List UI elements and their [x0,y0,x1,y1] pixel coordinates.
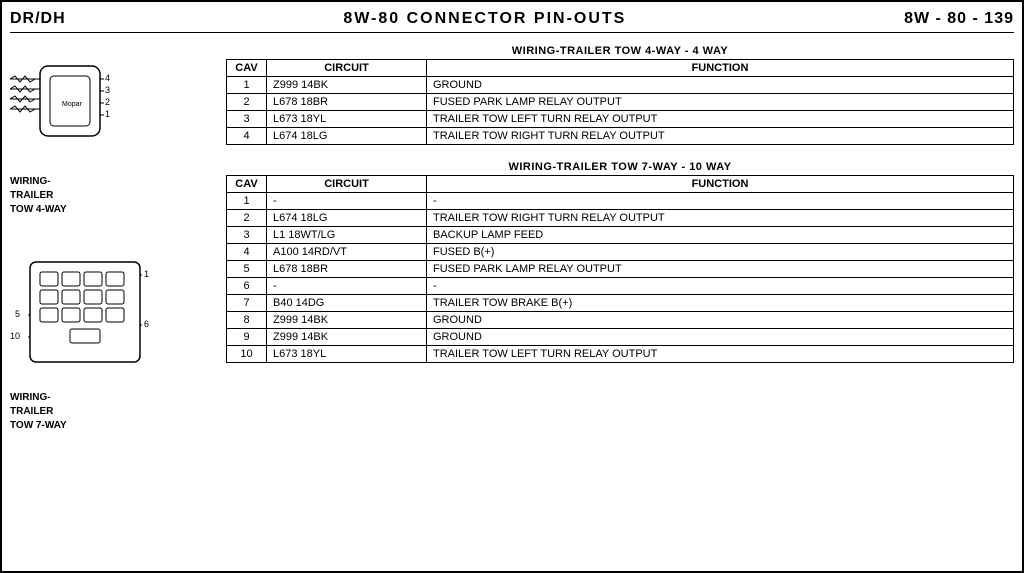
cell-circuit: L1 18WT/LG [267,227,427,244]
table-row: 4 L674 18LG TRAILER TOW RIGHT TURN RELAY… [227,128,1014,145]
connector-4way-svg: Mopar 4 3 2 1 [10,51,180,171]
cell-circuit: Z999 14BK [267,329,427,346]
svg-text:1: 1 [144,269,149,279]
cell-cav: 2 [227,210,267,227]
cell-circuit: Z999 14BK [267,77,427,94]
header-left: DR/DH [10,10,66,28]
table-7way: CAV CIRCUIT FUNCTION 1 - - 2 L674 18LG T… [226,175,1014,363]
cell-circuit: B40 14DG [267,295,427,312]
table-row: 2 L674 18LG TRAILER TOW RIGHT TURN RELAY… [227,210,1014,227]
table-row: 2 L678 18BR FUSED PARK LAMP RELAY OUTPUT [227,94,1014,111]
cell-function: TRAILER TOW LEFT TURN RELAY OUTPUT [427,111,1014,128]
cell-circuit: Z999 14BK [267,312,427,329]
table-row: 1 Z999 14BK GROUND [227,77,1014,94]
diagrams-column: Mopar 4 3 2 1 [10,41,210,558]
table-7way-header-function: FUNCTION [427,176,1014,193]
diagram-7way: 5 10 1 6 WIRING- TRAILER TOW 7-WAY [10,257,210,433]
cell-circuit: L673 18YL [267,111,427,128]
table-7way-header-circuit: CIRCUIT [267,176,427,193]
cell-function: GROUND [427,77,1014,94]
table-row: 6 - - [227,278,1014,295]
diagram-7way-label: WIRING- TRAILER TOW 7-WAY [10,391,67,433]
tables-column: WIRING-TRAILER TOW 4-WAY - 4 WAY CAV CIR… [226,41,1014,558]
header: DR/DH 8W-80 CONNECTOR PIN-OUTS 8W - 80 -… [10,10,1014,33]
diagram-4way: Mopar 4 3 2 1 [10,51,210,217]
svg-text:5: 5 [15,309,20,319]
cell-function: GROUND [427,312,1014,329]
diagram-4way-label: WIRING- TRAILER TOW 4-WAY [10,175,67,217]
table-row: 1 - - [227,193,1014,210]
table-row: 8 Z999 14BK GROUND [227,312,1014,329]
cell-circuit: - [267,278,427,295]
svg-text:Mopar: Mopar [62,101,83,108]
cell-cav: 4 [227,244,267,261]
cell-function: TRAILER TOW RIGHT TURN RELAY OUTPUT [427,210,1014,227]
cell-function: FUSED B(+) [427,244,1014,261]
cell-circuit: L678 18BR [267,94,427,111]
cell-cav: 9 [227,329,267,346]
cell-cav: 8 [227,312,267,329]
cell-function: - [427,278,1014,295]
cell-cav: 2 [227,94,267,111]
table-4way-title: WIRING-TRAILER TOW 4-WAY - 4 WAY [226,45,1014,57]
svg-text:6: 6 [144,319,149,329]
cell-cav: 4 [227,128,267,145]
svg-text:2: 2 [105,97,110,107]
cell-cav: 1 [227,193,267,210]
cell-function: GROUND [427,329,1014,346]
page-wrapper: DR/DH 8W-80 CONNECTOR PIN-OUTS 8W - 80 -… [0,0,1024,573]
svg-text:1: 1 [105,109,110,119]
cell-function: TRAILER TOW LEFT TURN RELAY OUTPUT [427,346,1014,363]
cell-cav: 1 [227,77,267,94]
table-7way-header-row: CAV CIRCUIT FUNCTION [227,176,1014,193]
table-4way-header-cav: CAV [227,60,267,77]
table-7way-header-cav: CAV [227,176,267,193]
table-row: 3 L673 18YL TRAILER TOW LEFT TURN RELAY … [227,111,1014,128]
cell-circuit: L674 18LG [267,210,427,227]
cell-function: FUSED PARK LAMP RELAY OUTPUT [427,261,1014,278]
table-4way: CAV CIRCUIT FUNCTION 1 Z999 14BK GROUND … [226,59,1014,145]
cell-circuit: L674 18LG [267,128,427,145]
connector-7way-svg: 5 10 1 6 [10,257,180,387]
table-row: 10 L673 18YL TRAILER TOW LEFT TURN RELAY… [227,346,1014,363]
cell-cav: 5 [227,261,267,278]
cell-circuit: A100 14RD/VT [267,244,427,261]
table-7way-title: WIRING-TRAILER TOW 7-WAY - 10 WAY [226,161,1014,173]
cell-cav: 10 [227,346,267,363]
cell-cav: 7 [227,295,267,312]
cell-circuit: - [267,193,427,210]
header-center: 8W-80 CONNECTOR PIN-OUTS [66,10,904,28]
table-4way-header-circuit: CIRCUIT [267,60,427,77]
header-right: 8W - 80 - 139 [904,10,1014,28]
cell-cav: 3 [227,227,267,244]
svg-text:3: 3 [105,85,110,95]
cell-function: BACKUP LAMP FEED [427,227,1014,244]
table-row: 5 L678 18BR FUSED PARK LAMP RELAY OUTPUT [227,261,1014,278]
table-4way-header-function: FUNCTION [427,60,1014,77]
table-row: 4 A100 14RD/VT FUSED B(+) [227,244,1014,261]
cell-function: - [427,193,1014,210]
table-row: 9 Z999 14BK GROUND [227,329,1014,346]
table-7way-section: WIRING-TRAILER TOW 7-WAY - 10 WAY CAV CI… [226,161,1014,363]
table-row: 3 L1 18WT/LG BACKUP LAMP FEED [227,227,1014,244]
main-content: Mopar 4 3 2 1 [10,41,1014,558]
table-4way-section: WIRING-TRAILER TOW 4-WAY - 4 WAY CAV CIR… [226,45,1014,145]
cell-circuit: L678 18BR [267,261,427,278]
svg-text:4: 4 [105,73,110,83]
cell-function: TRAILER TOW BRAKE B(+) [427,295,1014,312]
table-4way-header-row: CAV CIRCUIT FUNCTION [227,60,1014,77]
cell-circuit: L673 18YL [267,346,427,363]
cell-function: TRAILER TOW RIGHT TURN RELAY OUTPUT [427,128,1014,145]
svg-text:10: 10 [10,331,20,341]
cell-function: FUSED PARK LAMP RELAY OUTPUT [427,94,1014,111]
table-row: 7 B40 14DG TRAILER TOW BRAKE B(+) [227,295,1014,312]
cell-cav: 6 [227,278,267,295]
cell-cav: 3 [227,111,267,128]
